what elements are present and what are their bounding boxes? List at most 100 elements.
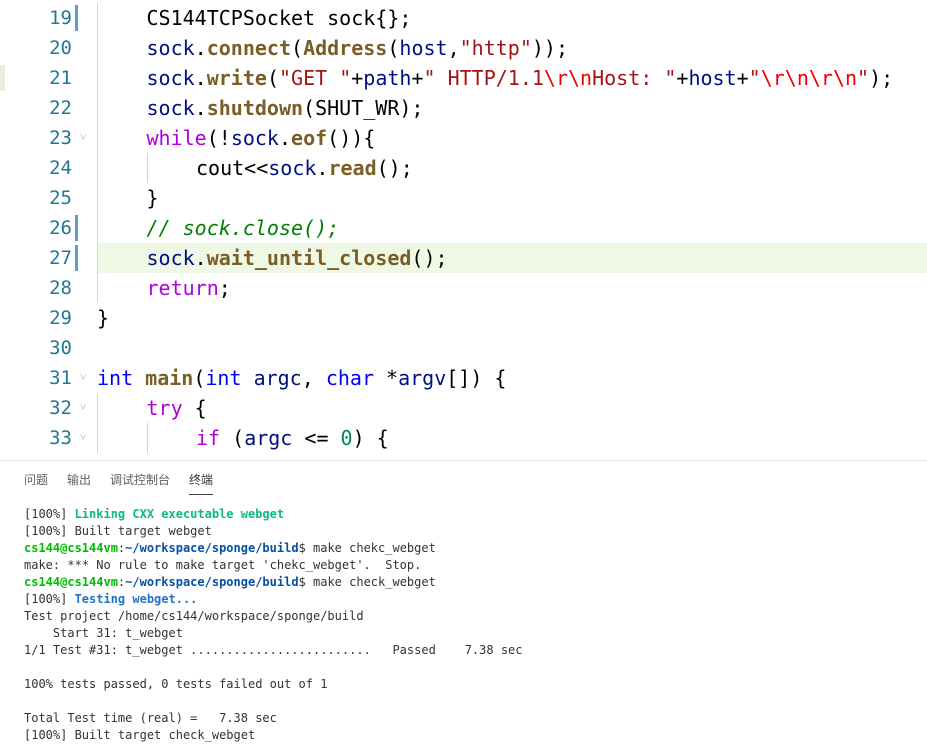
terminal-text: make: *** No rule to make target 'chekc_… — [24, 558, 422, 572]
code-token: char — [325, 366, 374, 390]
code-token: []) { — [446, 366, 507, 390]
code-token: Host: " — [592, 66, 677, 90]
terminal-text: Linking CXX executable webget — [74, 507, 285, 521]
code-token: (! — [206, 126, 231, 150]
code-token: read — [328, 156, 377, 180]
line-number: 29 — [49, 307, 72, 329]
line-number: 33 — [49, 427, 72, 449]
fold-chevron-icon[interactable]: ˅ — [80, 123, 87, 153]
code-line[interactable]: 22 sock.shutdown(SHUT_WR); — [0, 93, 927, 123]
code-line[interactable]: 23 ˅ while(!sock.eof()){ — [0, 123, 927, 153]
code-token: . — [194, 36, 207, 60]
code-token: . — [194, 246, 207, 270]
code-text: int main(int argc, char *argv[]) { — [97, 363, 506, 393]
panel-tabs: 问题 输出 调试控制台 终端 — [24, 469, 232, 495]
overview-marker — [0, 65, 5, 91]
terminal-line: [100%] Testing webget... — [24, 591, 924, 608]
code-line[interactable]: 20 sock.connect(Address(host,"http")); — [0, 33, 927, 63]
terminal-output[interactable]: [100%] Linking CXX executable webget [100… — [24, 506, 924, 744]
modified-line-marker[interactable] — [75, 215, 78, 241]
terminal-text: ~/workspace/sponge/build — [125, 575, 299, 589]
code-token: return — [146, 276, 219, 300]
bottom-panel: 问题 输出 调试控制台 终端 [100%] Linking CXX executabl… — [0, 460, 927, 745]
code-token: + — [736, 66, 749, 90]
terminal-line: cs144@cs144vm:~/workspace/sponge/build$ … — [24, 574, 924, 591]
code-line[interactable]: 26 // sock.close(); — [0, 213, 927, 243]
code-line[interactable]: 19 CS144TCPSocket sock{}; — [0, 3, 927, 33]
code-line[interactable]: 31 ˅ int main(int argc, char *argv[]) { — [0, 363, 927, 393]
code-token: if — [196, 426, 221, 450]
code-token: , — [447, 36, 460, 60]
fold-chevron-icon[interactable]: ˅ — [80, 363, 87, 393]
code-token: \r\n — [543, 66, 593, 90]
code-line[interactable]: 33 ˅ if (argc <= 0) { — [0, 423, 927, 453]
line-number: 24 — [49, 157, 72, 179]
code-token: int — [97, 366, 134, 390]
fold-chevron-icon[interactable]: ˅ — [80, 423, 87, 453]
panel-tab[interactable]: 调试控制台 — [110, 469, 170, 495]
terminal-line: make: *** No rule to make target 'chekc_… — [24, 557, 924, 574]
line-number: 22 — [49, 97, 72, 119]
code-line[interactable]: 25} — [0, 183, 927, 213]
indent-guide — [97, 3, 98, 303]
code-editor[interactable]: 19 CS144TCPSocket sock{}; 20 sock.connect(A… — [0, 0, 927, 460]
code-text: // sock.close(); — [147, 213, 340, 243]
terminal-text: [100%] Built target check_webget — [24, 728, 256, 742]
code-token: ( — [387, 36, 400, 60]
code-token: Address — [303, 36, 388, 60]
terminal-text: cs144@cs144vm — [24, 541, 118, 555]
code-token: } — [146, 186, 159, 210]
code-token: shutdown — [206, 96, 304, 120]
code-text: CS144TCPSocket sock{}; — [147, 3, 412, 33]
code-token: . — [278, 126, 292, 150]
code-line[interactable]: 24 cout<<sock.read(); — [0, 153, 927, 183]
code-line[interactable]: 32 ˅ try { — [0, 393, 927, 423]
code-token: path — [363, 66, 412, 90]
code-token: sock — [146, 246, 195, 270]
code-text: return; — [147, 273, 231, 303]
code-line[interactable]: 30 — [0, 333, 927, 363]
code-line[interactable]: 21 sock.write("GET "+path+" HTTP/1.1\r\nH… — [0, 63, 927, 93]
modified-line-marker[interactable] — [75, 245, 78, 271]
code-line[interactable]: 28 return; — [0, 273, 927, 303]
code-line[interactable]: 27 sock.wait_until_closed(); — [0, 243, 927, 273]
code-token: (SHUT_WR); — [303, 96, 424, 120]
code-token: (); — [411, 246, 448, 270]
terminal-line: [100%] Linking CXX executable webget — [24, 506, 924, 523]
code-token: * — [374, 366, 399, 390]
terminal-line: [100%] Built target check_webget — [24, 727, 924, 744]
code-token: , — [301, 366, 326, 390]
code-token: CS144TCPSocket sock{}; — [146, 6, 412, 30]
code-token: ( — [193, 366, 206, 390]
line-number: 21 — [49, 67, 72, 89]
panel-tab[interactable]: 终端 — [189, 469, 214, 495]
line-number: 19 — [49, 7, 72, 29]
line-number: 23 — [49, 127, 72, 149]
code-token: + — [351, 66, 364, 90]
terminal-text: Start 31: t_webget — [24, 626, 183, 640]
modified-line-marker[interactable] — [75, 5, 78, 31]
line-number: 32 — [49, 397, 72, 419]
code-token: " HTTP/1.1 — [423, 66, 544, 90]
code-token: sock — [146, 96, 195, 120]
panel-tab[interactable]: 问题 — [24, 469, 48, 495]
code-line[interactable]: 29} — [0, 303, 927, 333]
terminal-text: 100% tests passed, 0 tests failed out of… — [24, 677, 328, 691]
code-text: sock.connect(Address(host,"http")); — [147, 33, 569, 63]
panel-tab[interactable]: 输出 — [67, 469, 91, 495]
code-token: sock — [230, 126, 279, 150]
code-token: ()){ — [327, 126, 376, 150]
terminal-text: $ make check_webget — [298, 575, 436, 589]
code-token: while — [146, 126, 207, 150]
code-text: } — [147, 183, 159, 213]
fold-chevron-icon[interactable]: ˅ — [80, 393, 87, 423]
code-token: wait_until_closed — [206, 246, 412, 270]
terminal-text: [100%] — [24, 507, 75, 521]
code-text: sock.write("GET "+path+" HTTP/1.1\r\nHos… — [147, 63, 894, 93]
code-token: argc — [253, 366, 302, 390]
code-text: sock.shutdown(SHUT_WR); — [147, 93, 424, 123]
code-token: main — [145, 366, 194, 390]
